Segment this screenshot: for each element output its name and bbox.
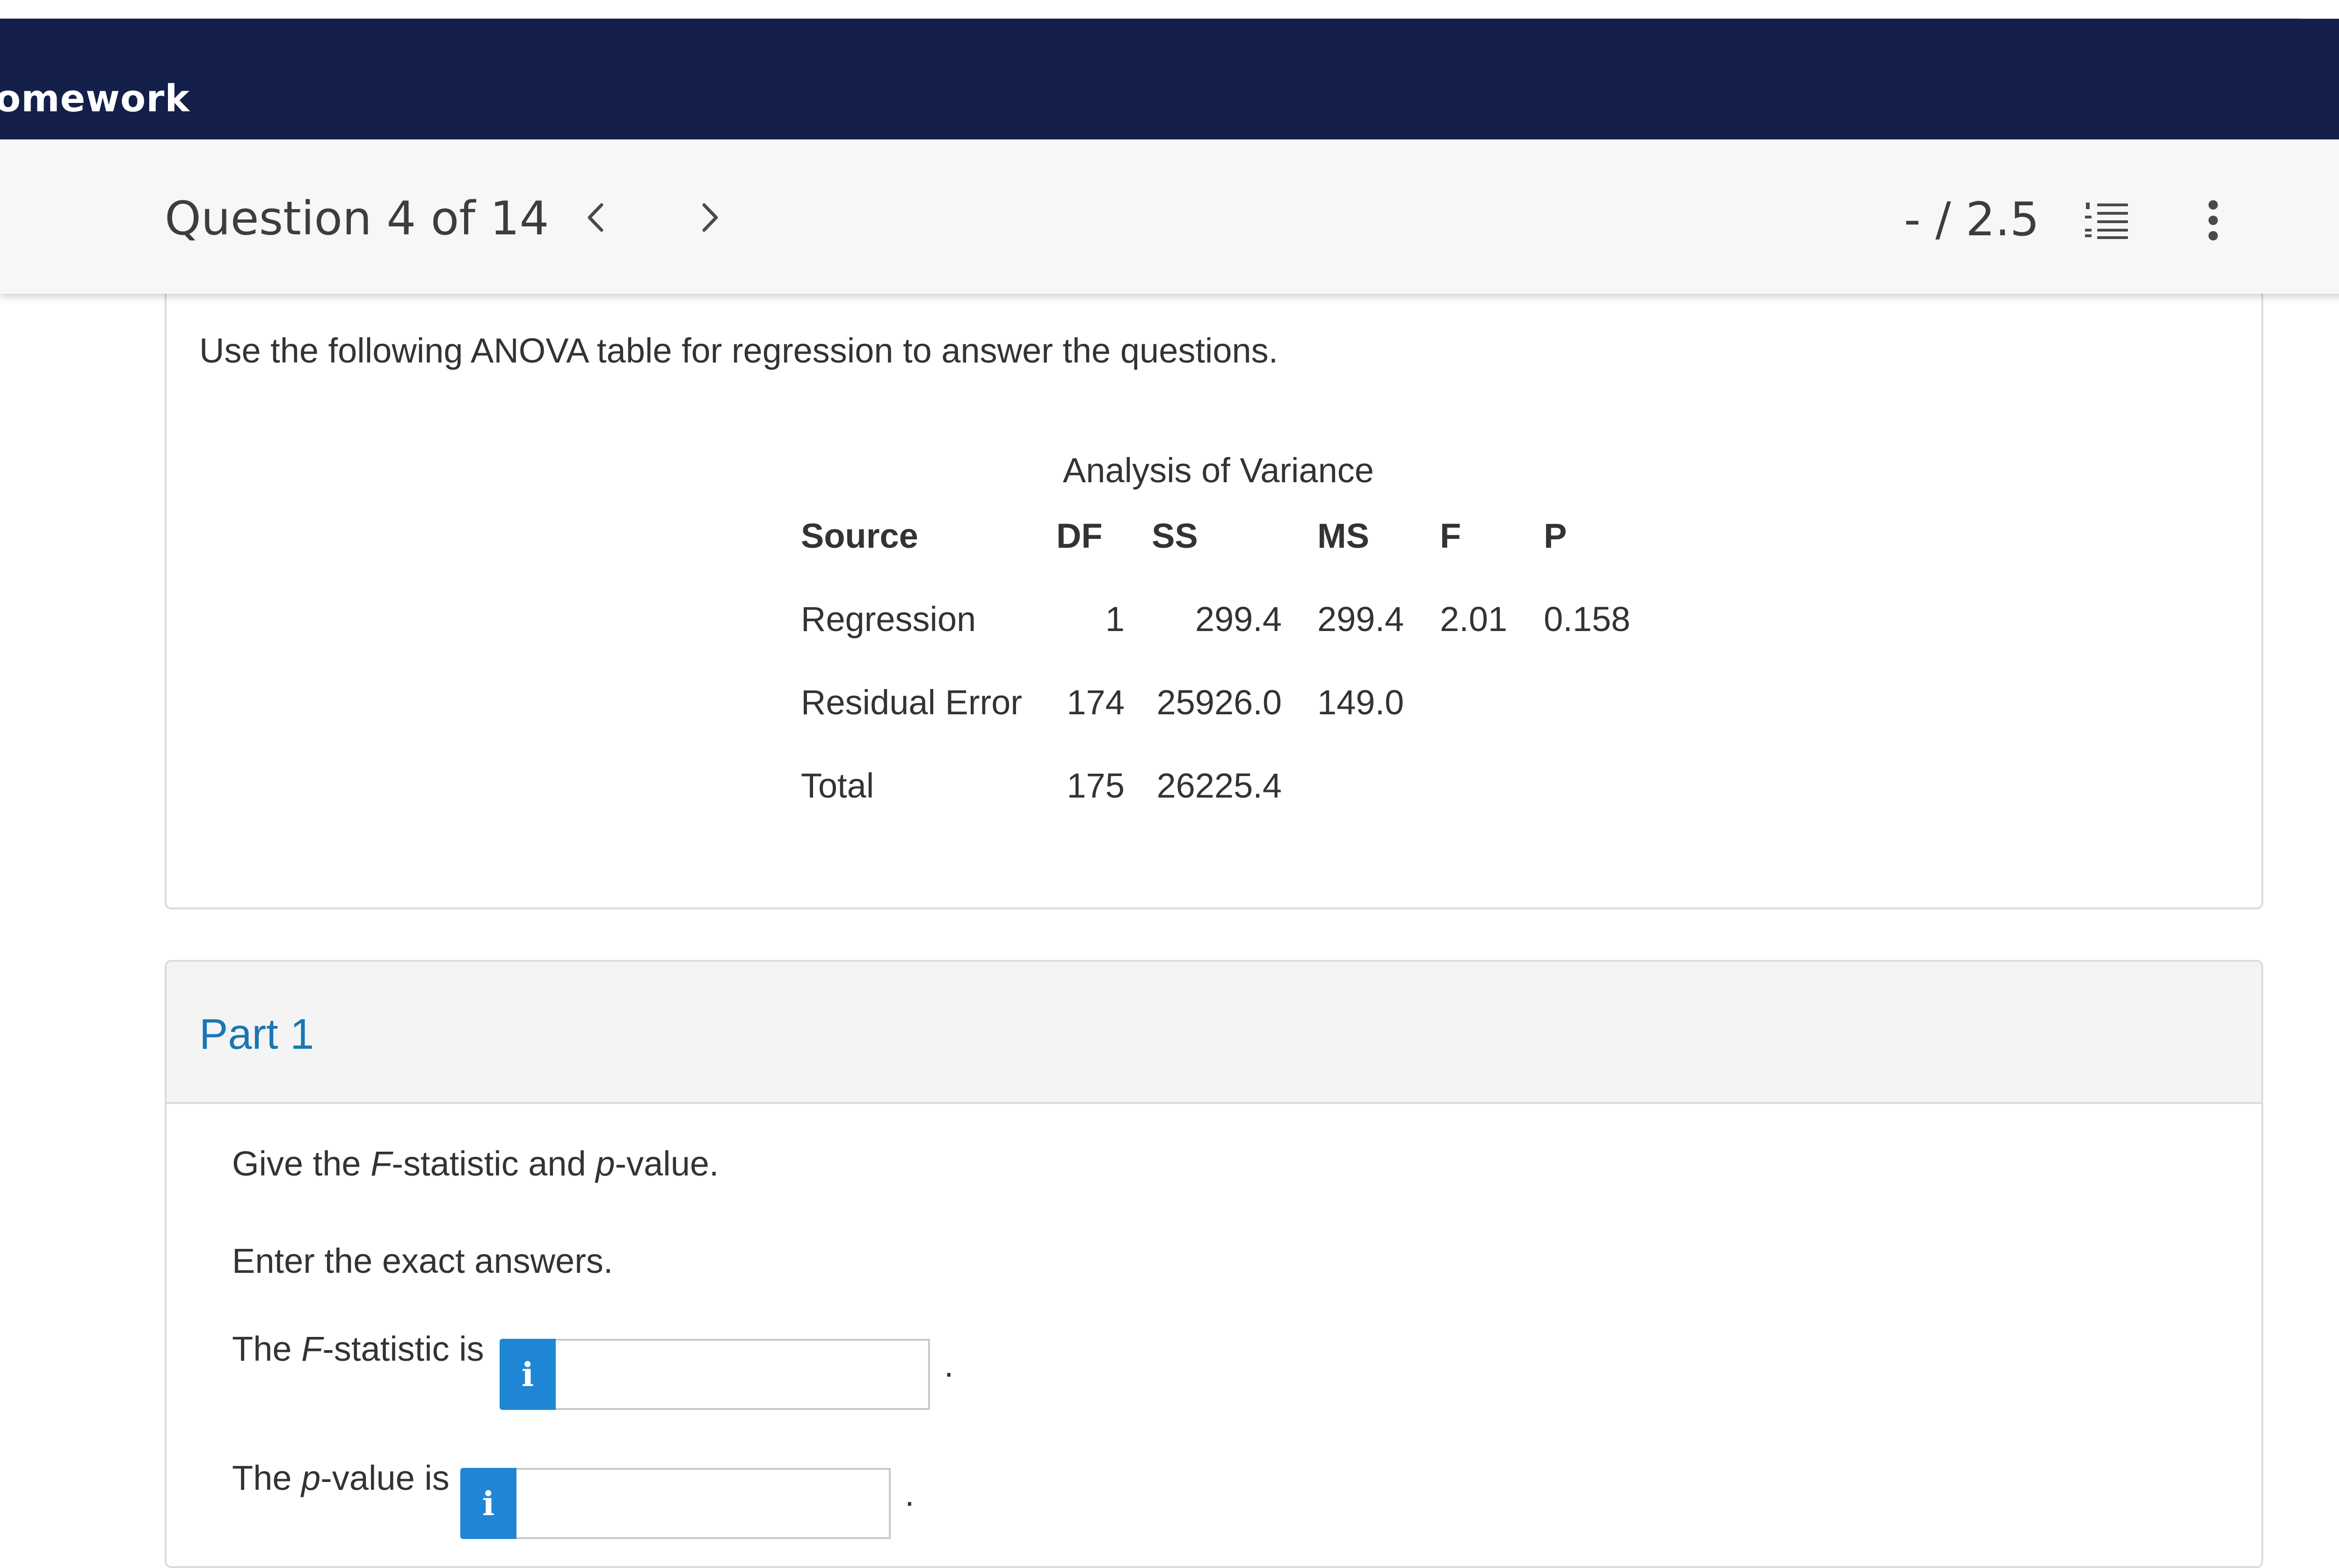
p-value-info-button[interactable]: i	[460, 1468, 516, 1539]
app-title: omework	[0, 77, 190, 120]
anova-ms: 149.0	[1317, 683, 1404, 722]
p-value-period: .	[905, 1474, 915, 1513]
score-display: - / 2.5	[1904, 193, 2040, 247]
next-question-button[interactable]	[689, 192, 731, 243]
f-statistic-label: The F-statistic is	[232, 1329, 484, 1368]
question-card: Use the following ANOVA table for regres…	[165, 281, 2263, 909]
more-vertical-icon	[2208, 200, 2218, 240]
chevron-left-icon	[588, 203, 603, 232]
anova-header-df: DF	[1056, 516, 1103, 555]
anova-header-ms: MS	[1317, 516, 1369, 555]
part-title: Part 1	[199, 1010, 314, 1058]
question-counter: Question 4 of 14	[165, 192, 549, 246]
f-statistic-input[interactable]	[556, 1339, 930, 1410]
anova-f: 2.01	[1440, 600, 1508, 639]
anova-ss: 25926.0	[1156, 683, 1282, 722]
chevron-right-icon	[702, 203, 718, 232]
question-list-button[interactable]	[2081, 195, 2132, 246]
question-header: Question 4 of 14 - / 2.5	[0, 139, 2339, 294]
numbered-list-icon	[2085, 203, 2128, 239]
previous-question-button[interactable]	[574, 192, 617, 243]
anova-df: 175	[1067, 766, 1125, 805]
browser-top-strip	[0, 0, 2302, 20]
f-statistic-period: .	[944, 1345, 954, 1384]
app-bar: omework	[0, 19, 2339, 139]
part-prompt: Give the F-statistic and p-value.	[232, 1144, 719, 1183]
anova-header-p: P	[1544, 516, 1567, 555]
anova-source: Residual Error	[801, 683, 1022, 722]
anova-df: 174	[1067, 683, 1125, 722]
anova-header-ss: SS	[1152, 516, 1198, 555]
anova-ss: 26225.4	[1156, 766, 1282, 805]
p-value-label: The p-value is	[232, 1459, 450, 1497]
f-statistic-info-button[interactable]: i	[500, 1339, 556, 1410]
more-options-button[interactable]	[2197, 195, 2230, 246]
part-instruction: Enter the exact answers.	[232, 1241, 613, 1280]
anova-source: Total	[801, 766, 874, 805]
anova-source: Regression	[801, 600, 976, 639]
anova-ss: 299.4	[1195, 600, 1282, 639]
anova-p: 0.158	[1544, 600, 1631, 639]
info-icon: i	[482, 1484, 495, 1523]
anova-title: Analysis of Variance	[1063, 451, 1374, 490]
part-header: Part 1	[167, 962, 2261, 1104]
anova-header-source: Source	[801, 516, 918, 555]
info-icon: i	[521, 1355, 534, 1394]
anova-ms: 299.4	[1317, 600, 1404, 639]
p-value-input[interactable]	[516, 1468, 891, 1539]
anova-df: 1	[1105, 600, 1125, 639]
anova-table: Analysis of Variance Source DF SS MS F P…	[167, 281, 2261, 907]
part-1-section: Part 1 Give the F-statistic and p-value.…	[165, 960, 2263, 1568]
anova-header-f: F	[1440, 516, 1461, 555]
